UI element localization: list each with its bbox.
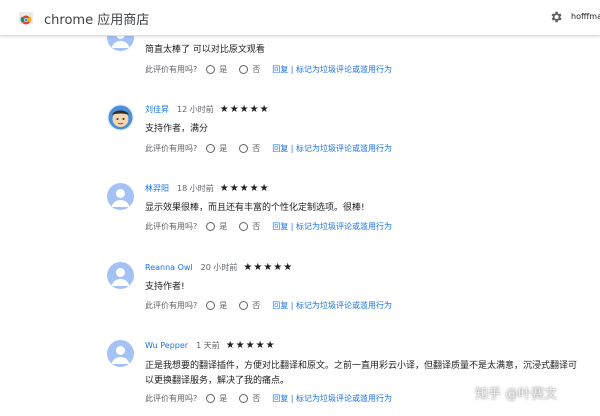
cartoon-avatar: [107, 104, 134, 131]
helpful-no-radio[interactable]: [239, 222, 249, 231]
reply-report-links[interactable]: 回复 | 标记为垃圾评论或滥用行为: [272, 64, 392, 75]
review-meta: 刘佳昇 12 小时前 ★★★★★: [145, 104, 270, 115]
chrome-web-store-logo[interactable]: [19, 11, 33, 25]
helpful-yes-label[interactable]: 是: [219, 221, 227, 232]
helpful-question: 此评价有用吗?: [145, 144, 198, 153]
review-text: 显示效果很棒，而且还有丰富的个性化定制选项。很棒!: [145, 203, 365, 213]
person-icon: [107, 340, 134, 367]
review-author[interactable]: 刘佳昇: [145, 104, 169, 115]
star-rating: ★★★★★: [243, 262, 294, 273]
review-text: 支持作者!: [145, 282, 185, 292]
review-meta: Wu Pepper 1 天前 ★★★★★: [145, 340, 276, 351]
reply-report-links[interactable]: 回复 | 标记为垃圾评论或滥用行为: [272, 143, 392, 154]
helpful-row: 此评价有用吗? 是 否 回复 | 标记为垃圾评论或滥用行为: [145, 221, 392, 232]
helpful-no-radio[interactable]: [239, 144, 249, 153]
helpful-yes-label[interactable]: 是: [219, 393, 227, 404]
user-account[interactable]: hofffmar: [571, 12, 600, 21]
star-rating: ★★★★★: [219, 183, 270, 194]
avatar: [107, 262, 134, 289]
helpful-question: 此评价有用吗?: [145, 394, 198, 403]
review-text: 简直太棒了 可以对比原文观看: [145, 45, 265, 55]
reply-report-links[interactable]: 回复 | 标记为垃圾评论或滥用行为: [272, 393, 392, 404]
top-bar: chrome 应用商店 hofffmar: [0, 0, 600, 36]
review-author[interactable]: Reanna Owl: [145, 263, 193, 272]
helpful-yes-label[interactable]: 是: [219, 64, 227, 75]
helpful-yes-radio[interactable]: [206, 222, 216, 231]
review-meta: 林羿阳 18 小时前 ★★★★★: [145, 183, 270, 194]
avatar: [107, 183, 134, 210]
helpful-row: 此评价有用吗? 是 否 回复 | 标记为垃圾评论或滥用行为: [145, 143, 392, 154]
review-author[interactable]: Wu Pepper: [145, 341, 188, 350]
helpful-no-label[interactable]: 否: [252, 393, 260, 404]
review-meta: Reanna Owl 20 小时前 ★★★★★: [145, 262, 293, 273]
helpful-no-label[interactable]: 否: [252, 221, 260, 232]
helpful-row: 此评价有用吗? 是 否 回复 | 标记为垃圾评论或滥用行为: [145, 300, 392, 311]
helpful-question: 此评价有用吗?: [145, 222, 198, 231]
star-rating: ★★★★★: [225, 340, 276, 351]
helpful-no-radio[interactable]: [239, 65, 249, 74]
helpful-row: 此评价有用吗? 是 否 回复 | 标记为垃圾评论或滥用行为: [145, 64, 392, 75]
review-author[interactable]: 林羿阳: [145, 183, 169, 194]
helpful-yes-radio[interactable]: [206, 65, 216, 74]
helpful-yes-label[interactable]: 是: [219, 300, 227, 311]
helpful-row: 此评价有用吗? 是 否 回复 | 标记为垃圾评论或滥用行为: [145, 393, 392, 404]
person-icon: [107, 183, 134, 210]
helpful-no-label[interactable]: 否: [252, 143, 260, 154]
helpful-yes-radio[interactable]: [206, 301, 216, 310]
review-time: 20 小时前: [200, 263, 238, 272]
helpful-no-label[interactable]: 否: [252, 300, 260, 311]
avatar: [107, 104, 134, 131]
review-text: 支持作者，满分: [145, 124, 209, 134]
watermark: 知乎 @叶赛文: [475, 387, 558, 402]
reply-report-links[interactable]: 回复 | 标记为垃圾评论或滥用行为: [272, 221, 392, 232]
helpful-yes-radio[interactable]: [206, 144, 216, 153]
helpful-no-label[interactable]: 否: [252, 64, 260, 75]
helpful-yes-label[interactable]: 是: [219, 143, 227, 154]
avatar: [107, 340, 134, 367]
helpful-no-radio[interactable]: [239, 301, 249, 310]
person-icon: [107, 262, 134, 289]
review-time: 18 小时前: [177, 184, 214, 193]
gear-icon[interactable]: [549, 10, 563, 24]
store-title[interactable]: chrome 应用商店: [44, 9, 149, 28]
helpful-question: 此评价有用吗?: [145, 65, 198, 74]
helpful-no-radio[interactable]: [239, 394, 249, 403]
reply-report-links[interactable]: 回复 | 标记为垃圾评论或滥用行为: [272, 300, 392, 311]
review-time: 1 天前: [196, 341, 220, 350]
review-time: 12 小时前: [177, 105, 214, 114]
helpful-yes-radio[interactable]: [206, 394, 216, 403]
star-rating: ★★★★★: [219, 104, 270, 115]
helpful-question: 此评价有用吗?: [145, 301, 198, 310]
